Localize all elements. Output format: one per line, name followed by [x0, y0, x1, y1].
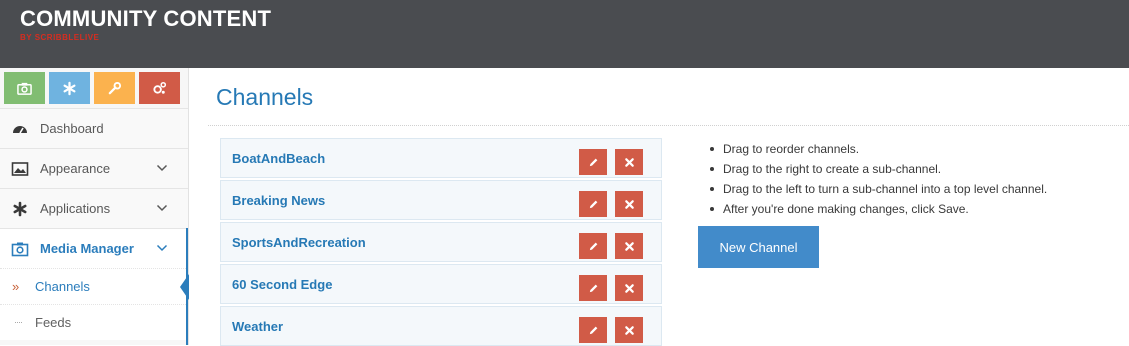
sidebar: Dashboard Appearance Applications Media … — [0, 68, 189, 345]
delete-channel-button[interactable] — [615, 317, 643, 343]
sidebar-item-label: Applications — [40, 201, 111, 216]
asterisk-shortcut-button[interactable] — [49, 72, 90, 104]
channel-row[interactable]: Breaking News — [220, 180, 662, 220]
channel-name[interactable]: 60 Second Edge — [232, 277, 332, 292]
channel-row[interactable]: Weather — [220, 306, 662, 346]
sidebar-subitem-channels[interactable]: » Channels — [0, 268, 189, 304]
page-title: Channels — [216, 84, 314, 110]
close-icon — [624, 199, 634, 209]
sidebar-item-label: Appearance — [40, 161, 111, 176]
wrench-icon — [108, 81, 122, 94]
sidebar-item-label: Media Manager — [40, 241, 134, 256]
double-chevron-right-icon: » — [12, 279, 20, 294]
sidebar-subitem-label: Feeds — [35, 315, 72, 330]
chevron-down-icon — [156, 204, 168, 212]
instruction-item: After you're done making changes, click … — [710, 199, 1047, 219]
instructions-list: Drag to reorder channels. Drag to the ri… — [710, 139, 1047, 219]
sidebar-subitem-label: Channels — [35, 279, 90, 294]
sidebar-item-dashboard[interactable]: Dashboard — [0, 108, 188, 148]
pencil-icon — [589, 284, 597, 292]
delete-channel-button[interactable] — [615, 233, 643, 259]
tree-connector — [15, 322, 22, 323]
pencil-icon — [589, 200, 597, 208]
settings-shortcut-button[interactable] — [139, 72, 180, 104]
camera-icon — [17, 82, 32, 95]
chevron-down-icon — [156, 244, 168, 252]
pencil-icon — [589, 242, 597, 250]
close-icon — [624, 283, 634, 293]
delete-channel-button[interactable] — [615, 149, 643, 175]
cogs-icon — [153, 81, 167, 94]
wrench-shortcut-button[interactable] — [94, 72, 135, 104]
edit-channel-button[interactable] — [579, 275, 607, 301]
edit-channel-button[interactable] — [579, 317, 607, 343]
close-icon — [624, 157, 634, 167]
title-divider — [208, 125, 1129, 126]
brand-subtitle: BY SCRIBBLELIVE — [20, 33, 100, 42]
pencil-icon — [589, 158, 597, 166]
close-icon — [624, 241, 634, 251]
channel-row[interactable]: SportsAndRecreation — [220, 222, 662, 262]
camera-shortcut-button[interactable] — [4, 72, 45, 104]
delete-channel-button[interactable] — [615, 191, 643, 217]
channel-name[interactable]: Breaking News — [232, 193, 325, 208]
sidebar-subitem-feeds[interactable]: Feeds — [0, 304, 188, 340]
delete-channel-button[interactable] — [615, 275, 643, 301]
sidebar-shortcuts — [0, 68, 188, 108]
edit-channel-button[interactable] — [579, 233, 607, 259]
active-section-rail — [186, 228, 188, 345]
top-header: COMMUNITY CONTENT BY SCRIBBLELIVE — [0, 0, 1129, 68]
sidebar-item-applications[interactable]: Applications — [0, 188, 188, 228]
channel-name[interactable]: Weather — [232, 319, 283, 334]
asterisk-icon — [0, 200, 40, 218]
camera-icon — [0, 240, 40, 258]
channel-name[interactable]: BoatAndBeach — [232, 151, 325, 166]
new-channel-button[interactable]: New Channel — [698, 226, 819, 268]
chevron-down-icon — [156, 164, 168, 172]
dashboard-icon — [0, 120, 40, 138]
instruction-item: Drag to reorder channels. — [710, 139, 1047, 159]
channel-row[interactable]: 60 Second Edge — [220, 264, 662, 304]
brand-title[interactable]: COMMUNITY CONTENT — [20, 6, 271, 32]
asterisk-icon — [63, 81, 76, 95]
instruction-item: Drag to the left to turn a sub-channel i… — [710, 179, 1047, 199]
sidebar-item-appearance[interactable]: Appearance — [0, 148, 188, 188]
edit-channel-button[interactable] — [579, 191, 607, 217]
image-icon — [0, 160, 40, 178]
channel-name[interactable]: SportsAndRecreation — [232, 235, 366, 250]
sidebar-item-label: Dashboard — [40, 121, 104, 136]
edit-channel-button[interactable] — [579, 149, 607, 175]
close-icon — [624, 325, 634, 335]
sidebar-item-media-manager[interactable]: Media Manager — [0, 228, 188, 268]
instruction-item: Drag to the right to create a sub-channe… — [710, 159, 1047, 179]
channel-row[interactable]: BoatAndBeach — [220, 138, 662, 178]
pencil-icon — [589, 326, 597, 334]
